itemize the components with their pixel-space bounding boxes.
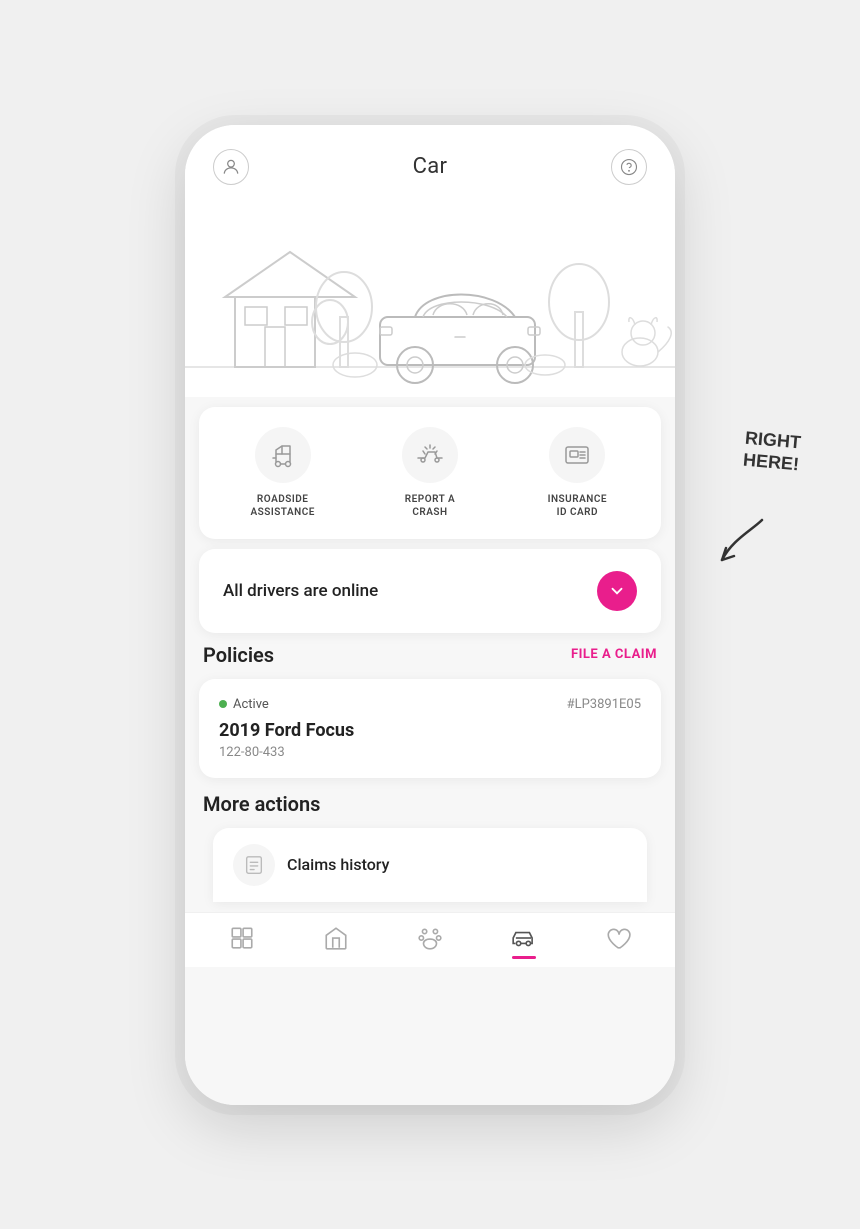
active-dot <box>219 700 227 708</box>
policies-section: Policies FILE A CLAIM Active #LP3891E05 … <box>199 643 661 778</box>
help-button[interactable] <box>611 149 647 185</box>
quick-actions: ROADSIDEASSISTANCE <box>199 407 661 539</box>
insurance-icon-circle <box>549 427 605 483</box>
nav-life[interactable] <box>605 925 631 951</box>
file-claim-button[interactable]: FILE A CLAIM <box>571 647 657 662</box>
policy-car-name: 2019 Ford Focus <box>219 720 641 741</box>
policy-number: #LP3891E05 <box>567 697 641 712</box>
bottom-nav <box>185 912 675 967</box>
policy-card[interactable]: Active #LP3891E05 2019 Ford Focus 122-80… <box>199 679 661 778</box>
profile-button[interactable] <box>213 149 249 185</box>
insurance-label: INSURANCEID CARD <box>548 493 607 519</box>
nav-home[interactable] <box>323 925 349 951</box>
roadside-icon-circle <box>255 427 311 483</box>
phone-frame: Car <box>185 125 675 1105</box>
active-label: Active <box>233 697 269 712</box>
policies-title: Policies <box>203 643 274 667</box>
phone-wrapper: RIGHT HERE! Car <box>0 0 860 1229</box>
drivers-expand-button[interactable] <box>597 571 637 611</box>
annotation-text: RIGHT HERE! <box>742 428 802 476</box>
crash-icon-circle <box>402 427 458 483</box>
policy-id: 122-80-433 <box>219 745 641 760</box>
illustration-area <box>185 197 675 397</box>
header: Car <box>185 125 675 197</box>
annotation-arrow <box>712 510 772 574</box>
nav-car[interactable] <box>511 925 537 951</box>
claims-label: Claims history <box>287 855 389 874</box>
policies-header: Policies FILE A CLAIM <box>199 643 661 667</box>
crash-label: REPORT ACRASH <box>405 493 455 519</box>
more-actions-title: More actions <box>199 792 661 816</box>
report-crash-button[interactable]: REPORT ACRASH <box>356 427 503 519</box>
claims-history-item[interactable]: Claims history <box>213 828 647 902</box>
active-badge: Active <box>219 697 269 712</box>
policy-top: Active #LP3891E05 <box>219 697 641 712</box>
drivers-status-text: All drivers are online <box>223 581 378 601</box>
roadside-assistance-button[interactable]: ROADSIDEASSISTANCE <box>209 427 356 519</box>
more-actions-section: More actions Claims history <box>199 792 661 902</box>
nav-property[interactable] <box>229 925 255 951</box>
insurance-card-button[interactable]: INSURANCEID CARD <box>504 427 651 519</box>
nav-pet[interactable] <box>417 925 443 951</box>
page-title: Car <box>413 154 448 179</box>
phone-screen: Car <box>185 125 675 1105</box>
roadside-label: ROADSIDEASSISTANCE <box>250 493 314 519</box>
drivers-status-card[interactable]: All drivers are online <box>199 549 661 633</box>
claims-icon-circle <box>233 844 275 886</box>
